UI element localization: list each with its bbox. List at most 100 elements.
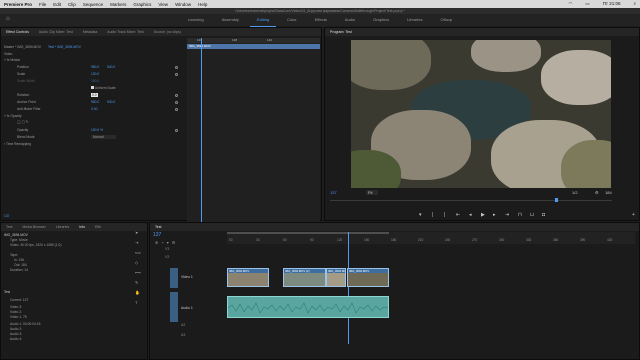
selection-tool-icon[interactable]: ➤ (135, 230, 138, 235)
audio-clip[interactable] (227, 296, 389, 318)
tab-media-browser[interactable]: Media Browser (17, 225, 50, 229)
tab-program[interactable]: Program: Test (325, 30, 357, 34)
anti-flicker-value[interactable]: 0.00 (91, 107, 97, 111)
reset-icon[interactable] (175, 66, 178, 69)
tab-effect-controls[interactable]: Effect Controls (1, 30, 34, 34)
app-menu[interactable]: Premiere Pro (4, 2, 32, 7)
track-header-a3[interactable]: A3 (181, 333, 185, 337)
reset-icon[interactable] (175, 129, 178, 132)
reset-icon[interactable] (175, 108, 178, 111)
hand-tool-icon[interactable]: ✋ (135, 290, 140, 295)
tab-effects[interactable]: Effe (90, 225, 106, 229)
step-back-icon[interactable]: ◂ (469, 212, 472, 218)
add-marker-icon[interactable]: | (444, 212, 445, 218)
video-clip[interactable]: IMG_3693.MOV [V] (283, 268, 326, 287)
rect-mask-icon[interactable]: ▢ (22, 120, 25, 124)
timeline-tool-icons[interactable]: ⊕⌁▾⚙ (155, 240, 178, 245)
ripple-edit-icon[interactable]: ⟺ (135, 250, 141, 255)
track-header-a2[interactable]: A2 (181, 323, 185, 327)
track-select-icon[interactable]: ⇥ (135, 240, 138, 245)
menu-view[interactable]: View (158, 2, 168, 7)
menu-clip[interactable]: Clip (68, 2, 76, 7)
extract-icon[interactable]: ⊔ (530, 212, 534, 218)
sequence-clip-path[interactable]: Test * IMG_3694.MOV (48, 45, 81, 49)
tab-timeline[interactable]: Test (150, 225, 166, 229)
ws-libraries[interactable]: Libraries (400, 14, 429, 26)
timeline-timecode[interactable]: 137 (153, 232, 161, 238)
ws-assembly[interactable]: Assembly (215, 14, 246, 26)
work-area-bar[interactable] (227, 232, 389, 234)
search-icon[interactable]: ⌕ (633, 1, 636, 7)
tab-audio-track-mixer[interactable]: Audio Track Mixer: Test (102, 30, 148, 34)
ws-learning[interactable]: Learning (181, 14, 211, 26)
reset-icon[interactable] (175, 94, 178, 97)
anchor-y[interactable]: 540.0 (107, 100, 115, 104)
resolution-select[interactable]: 1/2 (572, 190, 578, 195)
wifi-icon[interactable]: ◠ (568, 1, 572, 7)
video-clip[interactable]: IMG_3694.MOV (227, 268, 269, 287)
add-button-icon[interactable]: + (632, 212, 635, 218)
tab-libraries[interactable]: Libraries (51, 225, 74, 229)
track-header-v2[interactable]: V2 (165, 255, 169, 263)
video-clip[interactable]: IMG_3694.MOV (347, 268, 389, 287)
menu-sequence[interactable]: Sequence (83, 2, 103, 7)
position-x[interactable]: 960.0 (91, 65, 99, 69)
type-tool-icon[interactable]: T (135, 300, 137, 305)
home-icon[interactable]: ⌂ (6, 16, 14, 24)
reset-icon[interactable] (175, 101, 178, 104)
rotation-value[interactable]: 0.0 (91, 93, 98, 97)
step-forward-icon[interactable]: ▸ (493, 212, 496, 218)
go-to-out-icon[interactable]: ⇥ (505, 212, 509, 218)
wrench-icon[interactable]: ⚙ (595, 190, 599, 195)
tab-source[interactable]: Source: (no clips) (149, 30, 186, 34)
mark-in-icon[interactable]: ▾ (419, 212, 422, 218)
slip-tool-icon[interactable]: ⟷ (135, 270, 141, 275)
camera-icon[interactable]: ◘ (542, 212, 545, 218)
tab-text[interactable]: Text (1, 225, 17, 229)
blend-mode-select[interactable]: Normal (91, 135, 116, 139)
master-clip-path[interactable]: Master * IMG_3694.MOV (4, 45, 41, 49)
tab-metadata[interactable]: Metadata (78, 30, 103, 34)
ws-review[interactable]: Обзор (433, 14, 459, 26)
ec-mini-timeline[interactable]: 136 138 140 IMG_3694.MOV (187, 38, 320, 238)
track-header-v3[interactable]: V3 (165, 247, 169, 255)
ws-color[interactable]: Color (280, 14, 304, 26)
video-clip[interactable]: IMG_3694.MOV (326, 268, 346, 287)
fit-select[interactable]: Fit (366, 190, 379, 195)
tab-info[interactable]: Info (74, 225, 90, 229)
go-to-in-icon[interactable]: ⇤ (456, 212, 460, 218)
menu-graphics[interactable]: Graphics (133, 2, 151, 7)
battery-icon[interactable]: ▭ (585, 1, 589, 7)
program-playhead[interactable] (555, 198, 558, 202)
chevron-down-icon[interactable]: ˅ (4, 114, 6, 118)
anchor-x[interactable]: 960.0 (91, 100, 99, 104)
ws-effects[interactable]: Effects (308, 14, 334, 26)
reset-icon[interactable] (175, 73, 178, 76)
chevron-right-icon[interactable]: › (4, 142, 5, 146)
program-scrubber[interactable] (330, 200, 612, 201)
tab-audio-clip-mixer[interactable]: Audio Clip Mixer: Test (34, 30, 78, 34)
opacity-value[interactable]: 100.0 % (91, 128, 103, 132)
ws-editing[interactable]: Editing (249, 14, 277, 27)
play-icon[interactable]: ▶ (481, 212, 485, 218)
ec-clip-bar[interactable]: IMG_3694.MOV (187, 44, 320, 49)
menu-markers[interactable]: Markers (110, 2, 126, 7)
a1-source-patch[interactable] (170, 292, 178, 322)
menu-edit[interactable]: Edit (53, 2, 61, 7)
lift-icon[interactable]: ⊓ (518, 212, 522, 218)
ellipse-mask-icon[interactable]: ◯ (17, 120, 21, 124)
position-y[interactable]: 540.0 (107, 65, 115, 69)
menu-file[interactable]: File (39, 2, 46, 7)
clock[interactable]: Пт 21:06 (603, 1, 621, 7)
ws-graphics[interactable]: Graphics (366, 14, 396, 26)
chevron-down-icon[interactable]: ˅ (4, 58, 6, 62)
pen-tool-icon[interactable]: ✎ (135, 280, 138, 285)
ws-audio[interactable]: Audio (338, 14, 362, 26)
ec-timecode[interactable]: 137 (4, 214, 10, 218)
playhead[interactable] (201, 38, 202, 238)
timeline-playhead[interactable] (348, 232, 349, 344)
uniform-scale-checkbox[interactable] (91, 86, 94, 89)
menu-window[interactable]: Window (175, 2, 191, 7)
mark-out-icon[interactable]: | (432, 212, 433, 218)
program-timecode[interactable]: 137 (330, 190, 337, 195)
